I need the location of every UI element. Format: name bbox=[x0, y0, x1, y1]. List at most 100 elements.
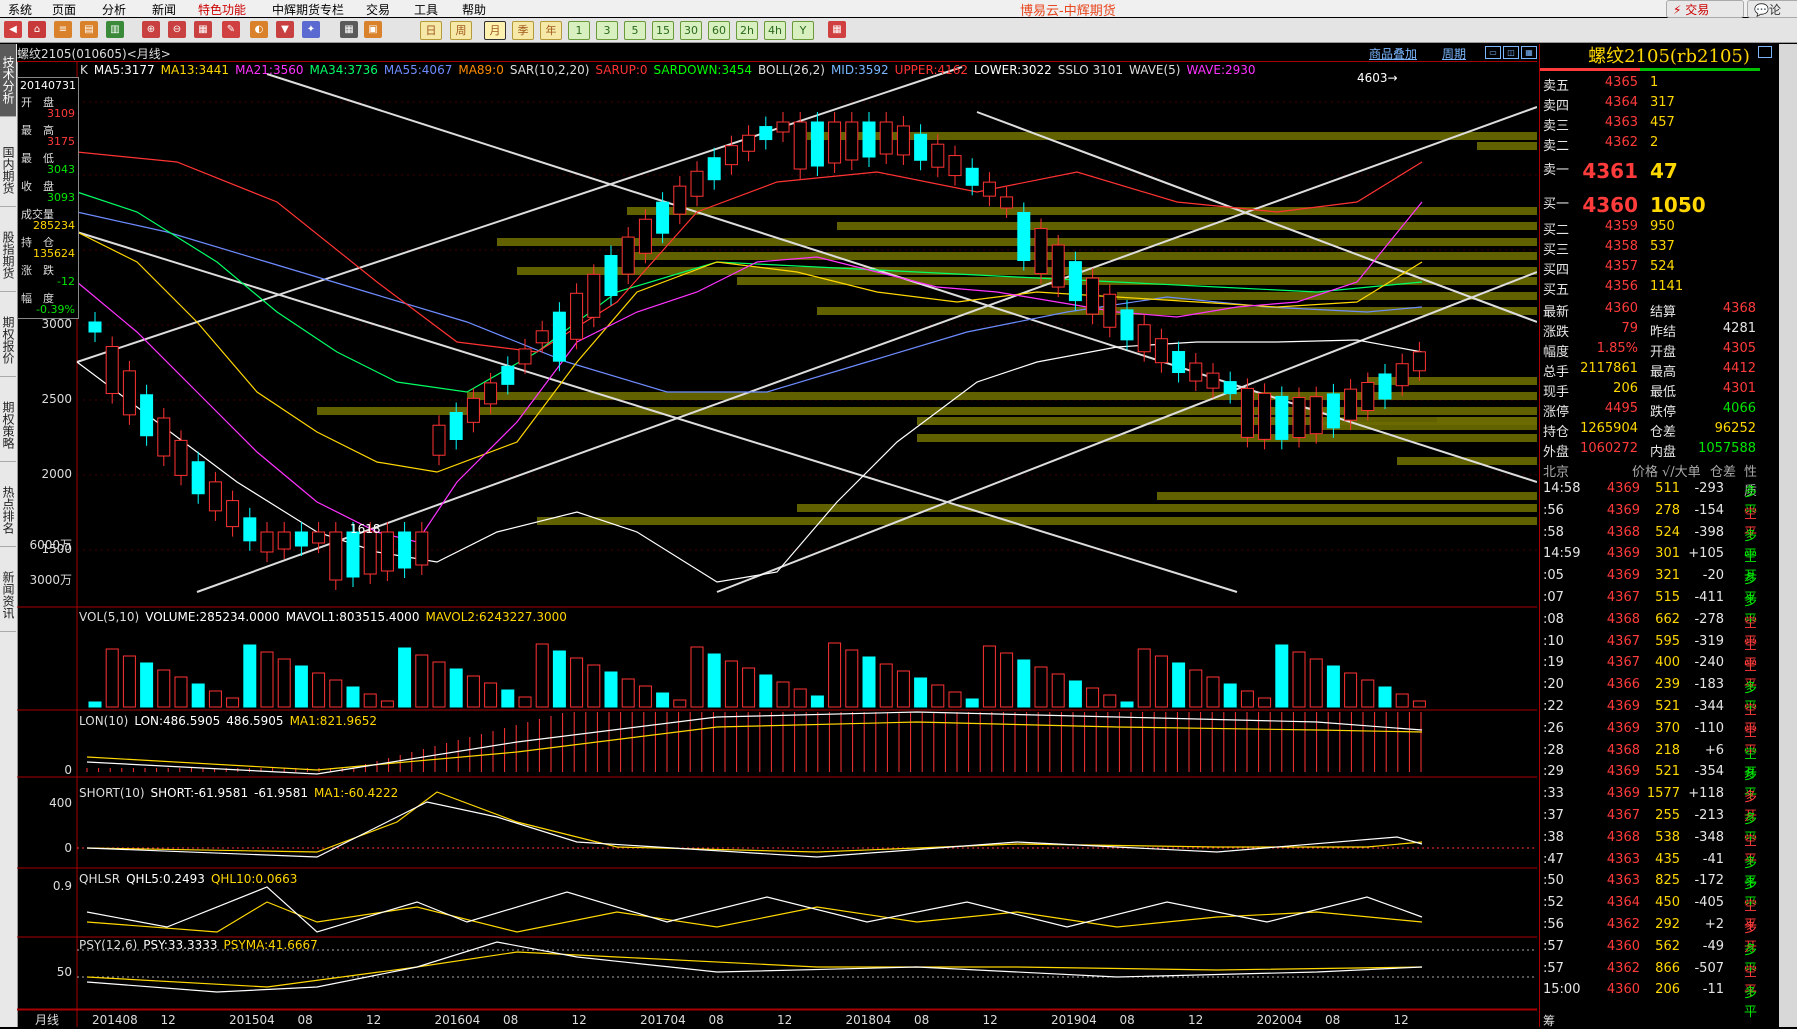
quote-row[interactable]: 涨停 4495 跌停 4066 bbox=[1540, 400, 1760, 420]
sidebar-tab-technical[interactable]: 技术分析 bbox=[0, 44, 16, 117]
sidebar-tab-option-strategy[interactable]: 期权策略 bbox=[0, 389, 16, 462]
sidebar-tab-news[interactable]: 新闻资讯 bbox=[0, 559, 16, 632]
quote-row[interactable]: :56 4362 292 +2 多开 bbox=[1540, 916, 1760, 955]
period-link[interactable]: 周期 bbox=[1442, 45, 1466, 62]
sidebar-tab-domestic-futures[interactable]: 国内期货 bbox=[0, 134, 16, 207]
quote-row[interactable]: :22 4369 521 -344 空平 bbox=[1540, 698, 1760, 737]
quote-row[interactable]: :10 4367 595 -319 空平 bbox=[1540, 633, 1760, 672]
layout-grid-icon[interactable]: ▦ bbox=[1521, 46, 1537, 59]
quote-row[interactable]: :07 4367 515 -411 多平 bbox=[1540, 589, 1760, 628]
period-month-button[interactable]: 月 bbox=[484, 21, 506, 40]
quote-row[interactable]: 14:58 4369 511 -293 多平 bbox=[1540, 480, 1760, 519]
quote-row[interactable]: 外盘 1060272 内盘 1057588 bbox=[1540, 440, 1760, 460]
chart-icon[interactable]: ▥ bbox=[106, 21, 124, 38]
quote-row[interactable]: 买四 4357 524 bbox=[1540, 258, 1760, 278]
minute-30-button[interactable]: 30 bbox=[680, 21, 702, 40]
minute-3-button[interactable]: 3 bbox=[596, 21, 618, 40]
menu-page[interactable]: 页面 bbox=[52, 1, 76, 18]
layout-single-icon[interactable]: ▭ bbox=[1485, 46, 1501, 59]
layout-split-icon[interactable]: ◫ bbox=[1503, 46, 1519, 59]
comment-button[interactable]: 💬论 bbox=[1747, 0, 1797, 18]
minute-1-button[interactable]: 1 bbox=[568, 21, 590, 40]
palette-icon[interactable]: ◐ bbox=[250, 21, 268, 38]
quote-row[interactable]: :50 4363 825 -172 多平 bbox=[1540, 872, 1760, 911]
draw-icon[interactable]: ✎ bbox=[222, 21, 240, 38]
quote-row[interactable]: 14:59 4369 301 +105 空开 bbox=[1540, 545, 1760, 584]
custom-period-button[interactable]: Y bbox=[792, 21, 814, 40]
menu-news[interactable]: 新闻 bbox=[152, 1, 176, 18]
grid-icon[interactable]: ▣ bbox=[364, 21, 382, 38]
sidebar-tab-hot-ranking[interactable]: 热点排名 bbox=[0, 474, 16, 547]
quote-row[interactable]: :38 4368 538 -348 空平 bbox=[1540, 829, 1760, 868]
quote-row[interactable]: :19 4367 400 -240 空平 bbox=[1540, 654, 1760, 693]
home-icon[interactable]: ⌂ bbox=[28, 21, 46, 38]
window-icon[interactable]: ▤ bbox=[80, 21, 98, 38]
quote-row[interactable]: :29 4369 521 -354 多平 bbox=[1540, 763, 1760, 802]
quote-row[interactable]: 最新 4360 结算 4368 bbox=[1540, 300, 1760, 320]
back-icon[interactable]: ◀ bbox=[4, 21, 22, 38]
hour-4-button[interactable]: 4h bbox=[764, 21, 786, 40]
quote-row[interactable]: 卖四 4364 317 bbox=[1540, 94, 1760, 114]
quote-row[interactable]: 北京 价格 √/大单 仓差 性质 bbox=[1540, 460, 1760, 499]
quote-row[interactable]: 幅度 1.85% 开盘 4305 bbox=[1540, 340, 1760, 360]
menu-trade[interactable]: 交易 bbox=[366, 1, 390, 18]
quote-row[interactable]: :57 4360 562 -49 多平 bbox=[1540, 938, 1760, 977]
quote-row[interactable]: 买二 4359 950 bbox=[1540, 218, 1760, 238]
sparkle-icon[interactable]: ✦ bbox=[302, 21, 320, 38]
quote-row[interactable]: :33 4369 1577 +118 多开 bbox=[1540, 785, 1760, 824]
quote-row[interactable]: 卖五 4365 1 bbox=[1540, 74, 1760, 94]
overlay-link[interactable]: 商品叠加 bbox=[1369, 45, 1417, 62]
quote-row[interactable]: 卖二 4362 2 bbox=[1540, 134, 1760, 154]
menu-system[interactable]: 系统 bbox=[8, 1, 32, 18]
list-icon[interactable]: ≡ bbox=[54, 21, 72, 38]
panel-toggle-icon[interactable] bbox=[1758, 46, 1772, 58]
period-day-button[interactable]: 日 bbox=[420, 21, 442, 40]
zoom-out-icon[interactable]: ⊖ bbox=[168, 21, 186, 38]
quote-row[interactable]: 买三 4358 537 bbox=[1540, 238, 1760, 258]
stat-label: 涨跌 bbox=[1543, 325, 1570, 340]
quote-row[interactable]: 持仓 1265904 仓差 96252 bbox=[1540, 420, 1760, 440]
quote-row[interactable]: :26 4369 370 -110 空平 bbox=[1540, 720, 1760, 759]
menu-features[interactable]: 特色功能 bbox=[198, 1, 246, 18]
sidebar-tab-option-quotes[interactable]: 期权报价 bbox=[0, 304, 16, 377]
quote-row[interactable]: :57 4362 866 -507 空平 bbox=[1540, 960, 1760, 999]
quote-row[interactable]: :56 4369 278 -154 空平 bbox=[1540, 502, 1760, 541]
menu-analysis[interactable]: 分析 bbox=[102, 1, 126, 18]
trade-button[interactable]: ⚡ 交易 bbox=[1666, 0, 1744, 18]
period-quarter-button[interactable]: 季 bbox=[512, 21, 534, 40]
filter-icon[interactable]: ▼ bbox=[276, 21, 294, 38]
quote-row[interactable]: :08 4368 662 -278 空平 bbox=[1540, 611, 1760, 650]
menu-help[interactable]: 帮助 bbox=[462, 1, 486, 18]
quote-row[interactable]: :20 4366 239 -183 多平 bbox=[1540, 676, 1760, 715]
menu-zhonghui-column[interactable]: 中辉期货专栏 bbox=[272, 1, 344, 18]
chips-label[interactable]: 筹 bbox=[1543, 1012, 1555, 1029]
quote-row[interactable]: :58 4368 524 -398 多平 bbox=[1540, 524, 1760, 563]
layout-icon[interactable]: ▦ bbox=[194, 21, 212, 38]
quote-row[interactable]: 涨跌 79 昨结 4281 bbox=[1540, 320, 1760, 340]
hour-2-button[interactable]: 2h bbox=[736, 21, 758, 40]
period-year-button[interactable]: 年 bbox=[540, 21, 562, 40]
minute-15-button[interactable]: 15 bbox=[652, 21, 674, 40]
table-icon[interactable]: ▦ bbox=[340, 21, 358, 38]
quote-row[interactable]: 卖一 4361 47 bbox=[1540, 158, 1760, 183]
quote-row[interactable]: :28 4368 218 +6 空开 bbox=[1540, 742, 1760, 781]
calendar-icon[interactable]: ▦ bbox=[828, 21, 846, 38]
quote-row[interactable]: 卖三 4363 457 bbox=[1540, 114, 1760, 134]
minute-5-button[interactable]: 5 bbox=[624, 21, 646, 40]
quote-row[interactable]: :52 4364 450 -405 空平 bbox=[1540, 894, 1760, 933]
bid-volume: 537 bbox=[1650, 239, 1675, 254]
period-week-button[interactable]: 周 bbox=[450, 21, 472, 40]
quote-row[interactable]: 总手 2117861 最高 4412 bbox=[1540, 360, 1760, 380]
right-scrollbar[interactable] bbox=[1779, 44, 1797, 1027]
menu-tools[interactable]: 工具 bbox=[414, 1, 438, 18]
sidebar-tab-index-futures[interactable]: 股指期货 bbox=[0, 219, 16, 292]
quote-row[interactable]: :47 4363 435 -41 多平 bbox=[1540, 851, 1760, 890]
quote-row[interactable]: :05 4369 321 -20 多平 bbox=[1540, 567, 1760, 606]
quote-row[interactable]: 买五 4356 1141 bbox=[1540, 278, 1760, 298]
quote-row[interactable]: 15:00 4360 206 -11 多平 bbox=[1540, 981, 1760, 1020]
quote-row[interactable]: 买一 4360 1050 bbox=[1540, 192, 1760, 217]
quote-row[interactable]: :37 4367 255 -213 多平 bbox=[1540, 807, 1760, 846]
zoom-in-icon[interactable]: ⊕ bbox=[142, 21, 160, 38]
quote-row[interactable]: 现手 206 最低 4301 bbox=[1540, 380, 1760, 400]
minute-60-button[interactable]: 60 bbox=[708, 21, 730, 40]
